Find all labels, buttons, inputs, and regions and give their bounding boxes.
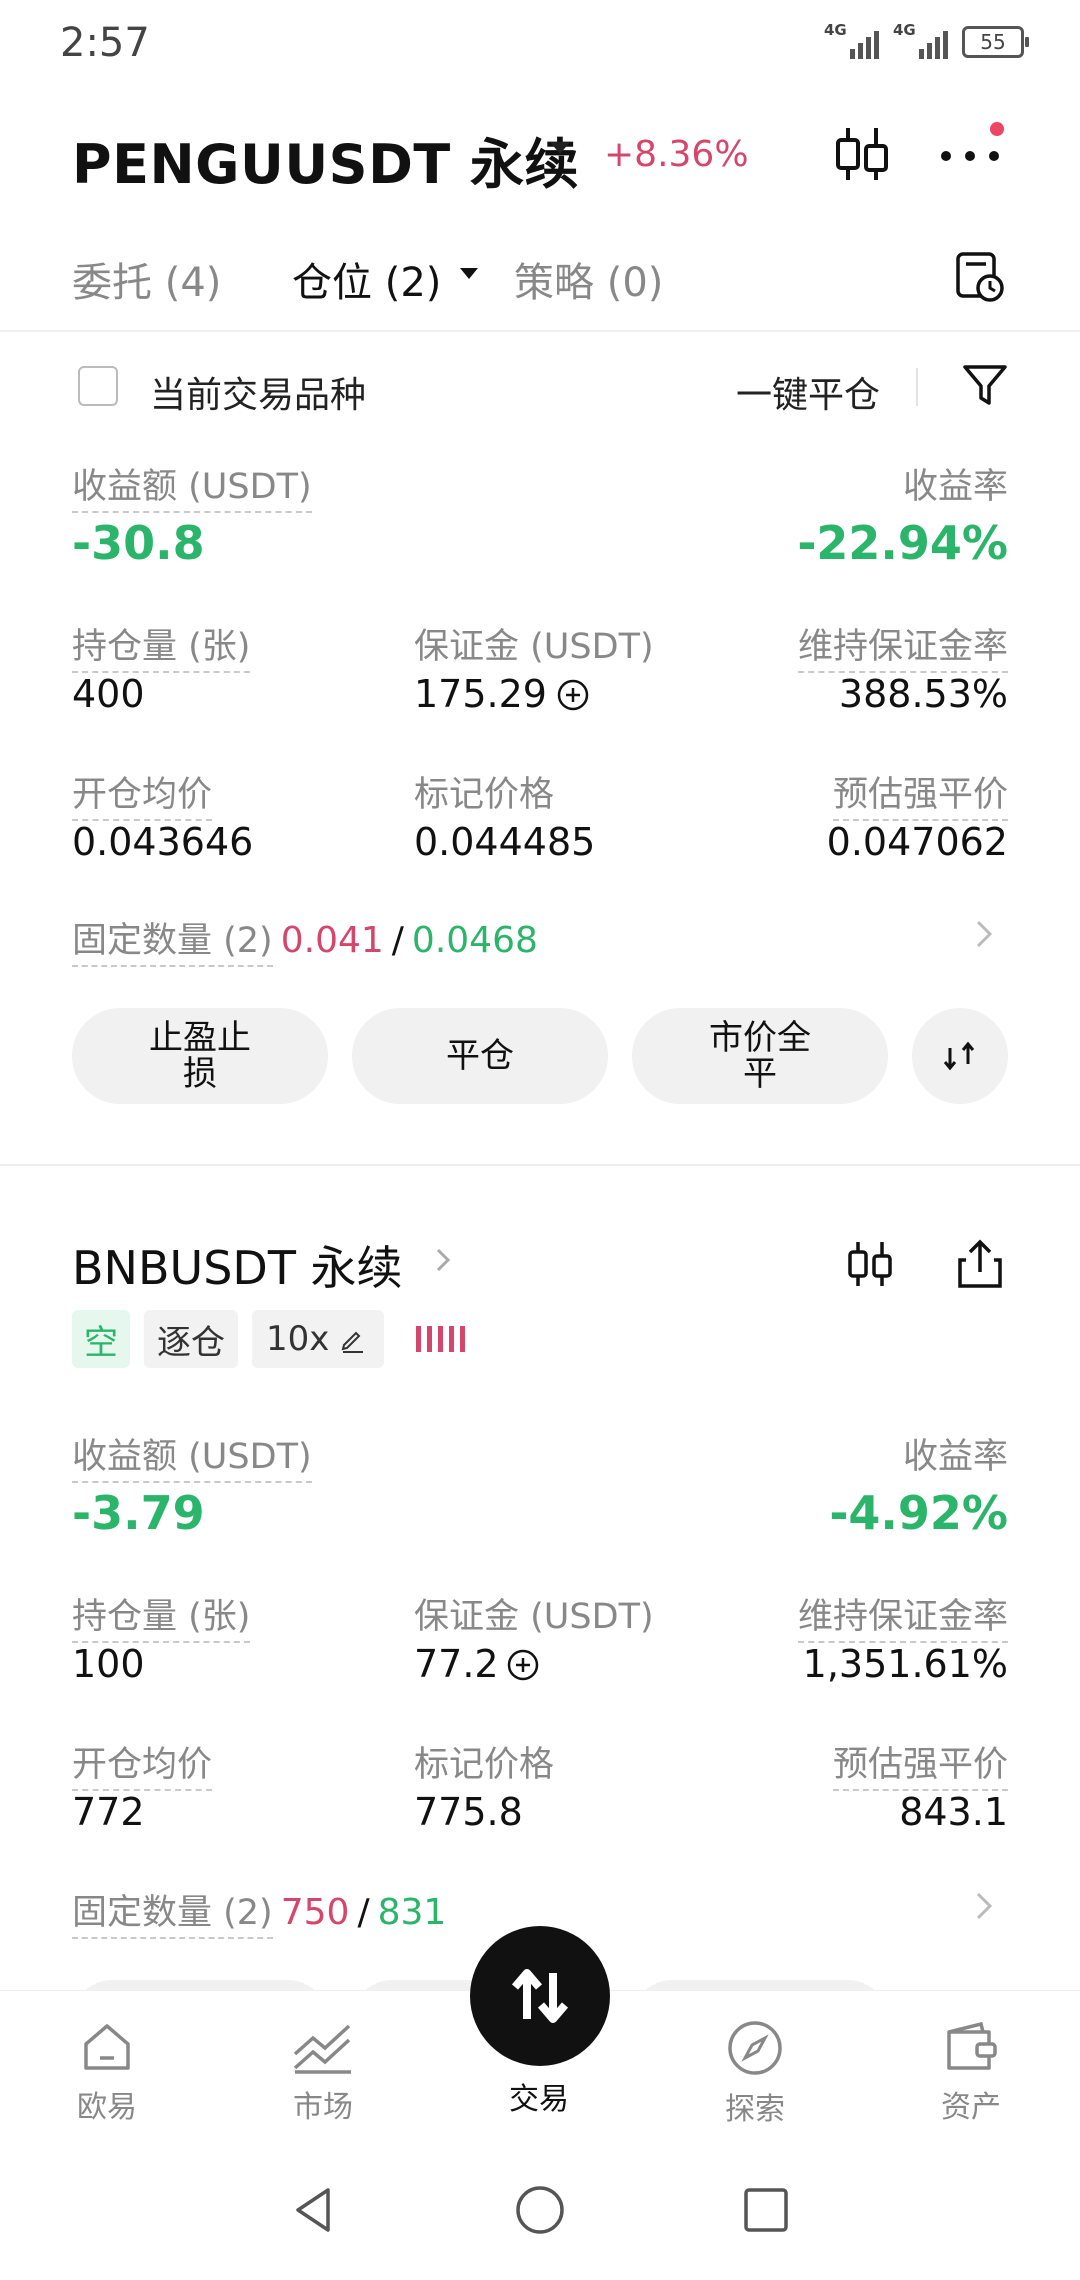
liq-price-value: 0.047062 <box>826 820 1008 864</box>
nav-home[interactable]: 欧易 <box>32 2018 182 2126</box>
chevron-right-icon[interactable] <box>430 1240 458 1280</box>
mark-price-label: 标记价格 <box>414 775 555 815</box>
mmr-label: 维持保证金率 <box>797 1588 1008 1643</box>
pnl-value: -30.8 <box>72 516 205 570</box>
liq-price-value: 843.1 <box>899 1790 1008 1834</box>
separator: / <box>357 1892 370 1933</box>
notification-dot <box>990 122 1004 136</box>
close-all-button[interactable]: 一键平仓 <box>736 366 880 418</box>
current-symbol-checkbox[interactable] <box>78 366 118 406</box>
liq-price-label: 预估强平价 <box>832 766 1008 821</box>
entry-price-label: 开仓均价 <box>72 1736 213 1791</box>
mark-price-value: 775.8 <box>414 1790 523 1834</box>
wallet-icon <box>947 2021 997 2070</box>
liq-price-label: 预估强平价 <box>832 1736 1008 1791</box>
mmr-label: 维持保证金率 <box>797 618 1008 673</box>
add-margin-icon[interactable] <box>556 678 590 712</box>
position-symbol[interactable]: BNBUSDT 永续 <box>72 1232 403 1298</box>
margin-value: 77.2 <box>414 1642 499 1686</box>
mark-price-label: 标记价格 <box>414 1745 555 1785</box>
stop-loss-value: 831 <box>377 1892 447 1933</box>
separator <box>916 368 918 406</box>
tpsl-button[interactable]: 止盈止损 <box>72 1008 328 1104</box>
home-circle-icon[interactable] <box>510 2180 570 2240</box>
close-position-button[interactable]: 平仓 <box>352 1008 608 1104</box>
signal-icon: 4G <box>893 21 948 59</box>
nav-trade[interactable]: 交易 <box>464 2068 614 2118</box>
tab-orders[interactable]: 委托 (4) <box>72 250 221 308</box>
trade-swap-icon <box>511 1969 569 2023</box>
instrument-dropdown-icon[interactable] <box>550 142 570 154</box>
nav-market[interactable]: 市场 <box>248 2018 398 2126</box>
roi-value: -22.94% <box>797 516 1008 570</box>
history-icon[interactable] <box>952 248 1008 304</box>
instrument-title[interactable]: PENGUUSDT 永续 <box>72 120 579 199</box>
size-label: 持仓量 (张) <box>72 618 251 673</box>
margin-label: 保证金 (USDT) <box>414 627 654 667</box>
swap-arrows-icon <box>943 1041 975 1071</box>
pnl-value: -3.79 <box>72 1486 205 1540</box>
compass-icon <box>728 2021 782 2075</box>
risk-level-bars <box>416 1326 465 1352</box>
filter-icon[interactable] <box>960 360 1010 410</box>
trade-fab-button[interactable] <box>470 1926 610 2066</box>
take-profit-value: 750 <box>280 1892 350 1933</box>
reverse-position-button[interactable] <box>912 1008 1008 1104</box>
tab-positions-dropdown-icon[interactable] <box>460 268 478 279</box>
market-chart-icon <box>293 2024 351 2074</box>
roi-value: -4.92% <box>829 1486 1008 1540</box>
back-icon[interactable] <box>284 2180 344 2240</box>
price-change: +8.36% <box>604 134 749 175</box>
add-margin-icon[interactable] <box>506 1648 540 1682</box>
candlestick-chart-icon[interactable] <box>826 118 898 190</box>
status-icons: 4G 4G 55 <box>824 21 1029 62</box>
recents-icon[interactable] <box>736 2180 796 2240</box>
size-value: 100 <box>72 1642 145 1686</box>
take-profit-value: 0.041 <box>280 920 384 961</box>
battery-icon: 55 <box>962 26 1029 58</box>
entry-price-value: 772 <box>72 1790 145 1834</box>
chevron-right-icon[interactable] <box>968 914 1000 954</box>
share-icon[interactable] <box>952 1236 1008 1292</box>
edit-icon <box>342 1331 364 1353</box>
tpsl-row[interactable]: 固定数量 (2) 0.041 / 0.0468 <box>72 912 538 967</box>
candlestick-chart-icon[interactable] <box>842 1236 898 1292</box>
home-icon <box>84 2024 130 2070</box>
pnl-label: 收益额 (USDT) <box>72 1428 312 1483</box>
nav-explore[interactable]: 探索 <box>680 2018 830 2128</box>
entry-price-label: 开仓均价 <box>72 766 213 821</box>
tpsl-row[interactable]: 固定数量 (2) 750 / 831 <box>72 1884 446 1939</box>
fixed-qty-label: 固定数量 (2) <box>72 912 273 967</box>
mmr-value: 1,351.61% <box>802 1642 1008 1686</box>
fixed-qty-label: 固定数量 (2) <box>72 1884 273 1939</box>
separator: / <box>391 920 404 961</box>
side-tag: 空 <box>72 1310 130 1368</box>
size-label: 持仓量 (张) <box>72 1588 251 1643</box>
roi-label: 收益率 <box>902 467 1008 507</box>
stop-loss-value: 0.0468 <box>411 920 538 961</box>
entry-price-value: 0.043646 <box>72 820 254 864</box>
mark-price-value: 0.044485 <box>414 820 596 864</box>
tab-positions[interactable]: 仓位 (2) <box>292 250 441 308</box>
roi-label: 收益率 <box>902 1437 1008 1477</box>
leverage-tag[interactable]: 10x <box>252 1310 384 1368</box>
margin-value: 175.29 <box>414 672 547 716</box>
margin-mode-tag: 逐仓 <box>144 1310 238 1368</box>
margin-label: 保证金 (USDT) <box>414 1597 654 1637</box>
pnl-label: 收益额 (USDT) <box>72 458 312 513</box>
divider <box>0 330 1080 332</box>
size-value: 400 <box>72 672 145 716</box>
chevron-right-icon[interactable] <box>968 1886 1000 1926</box>
market-close-button[interactable]: 市价全平 <box>632 1008 888 1104</box>
section-divider <box>0 1164 1080 1166</box>
signal-icon: 4G <box>824 21 879 59</box>
tab-strategies[interactable]: 策略 (0) <box>514 250 663 308</box>
nav-assets[interactable]: 资产 <box>896 2018 1046 2126</box>
status-time: 2:57 <box>60 20 150 66</box>
mmr-value: 388.53% <box>838 672 1008 716</box>
checkbox-label: 当前交易品种 <box>150 375 367 416</box>
